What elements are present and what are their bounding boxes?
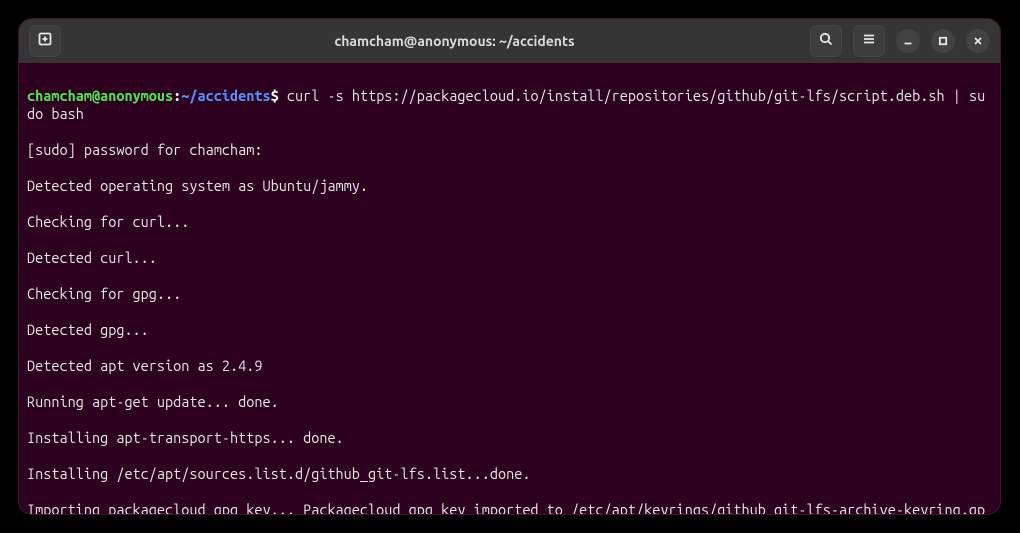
titlebar: chamcham@anonymous: ~/accidents [19, 19, 1000, 63]
terminal-output-area[interactable]: chamcham@anonymous:~/accidents$ curl -s … [19, 63, 1000, 514]
search-icon [818, 31, 834, 51]
output-line: Installing apt-transport-https... done. [27, 429, 992, 447]
output-line: Running apt-get update... done. [27, 393, 992, 411]
output-line: Detected gpg... [27, 321, 992, 339]
prompt-path: ~/accidents [181, 87, 270, 104]
new-tab-icon [37, 31, 53, 51]
menu-button[interactable] [853, 25, 885, 57]
output-line: Checking for gpg... [27, 285, 992, 303]
output-line: Installing /etc/apt/sources.list.d/githu… [27, 465, 992, 483]
maximize-button[interactable] [931, 29, 955, 53]
output-line: Detected operating system as Ubuntu/jamm… [27, 177, 992, 195]
prompt-user-host: chamcham@anonymous [27, 87, 173, 104]
prompt-line-1: chamcham@anonymous:~/accidents$ curl -s … [27, 87, 992, 123]
minimize-icon [903, 32, 913, 50]
new-tab-button[interactable] [29, 25, 61, 57]
search-button[interactable] [810, 25, 842, 57]
maximize-icon [938, 32, 948, 50]
window-title: chamcham@anonymous: ~/accidents [127, 33, 782, 49]
minimize-button[interactable] [896, 29, 920, 53]
hamburger-icon [861, 31, 877, 51]
output-line: Importing packagecloud gpg key... Packag… [27, 501, 992, 514]
output-line: Detected apt version as 2.4.9 [27, 357, 992, 375]
output-line: Checking for curl... [27, 213, 992, 231]
output-line: Detected curl... [27, 249, 992, 267]
output-line: [sudo] password for chamcham: [27, 141, 992, 159]
close-icon [973, 32, 983, 50]
close-button[interactable] [966, 29, 990, 53]
terminal-window: chamcham@anonymous: ~/accidents [18, 18, 1001, 515]
prompt-dollar: $ [271, 87, 279, 104]
